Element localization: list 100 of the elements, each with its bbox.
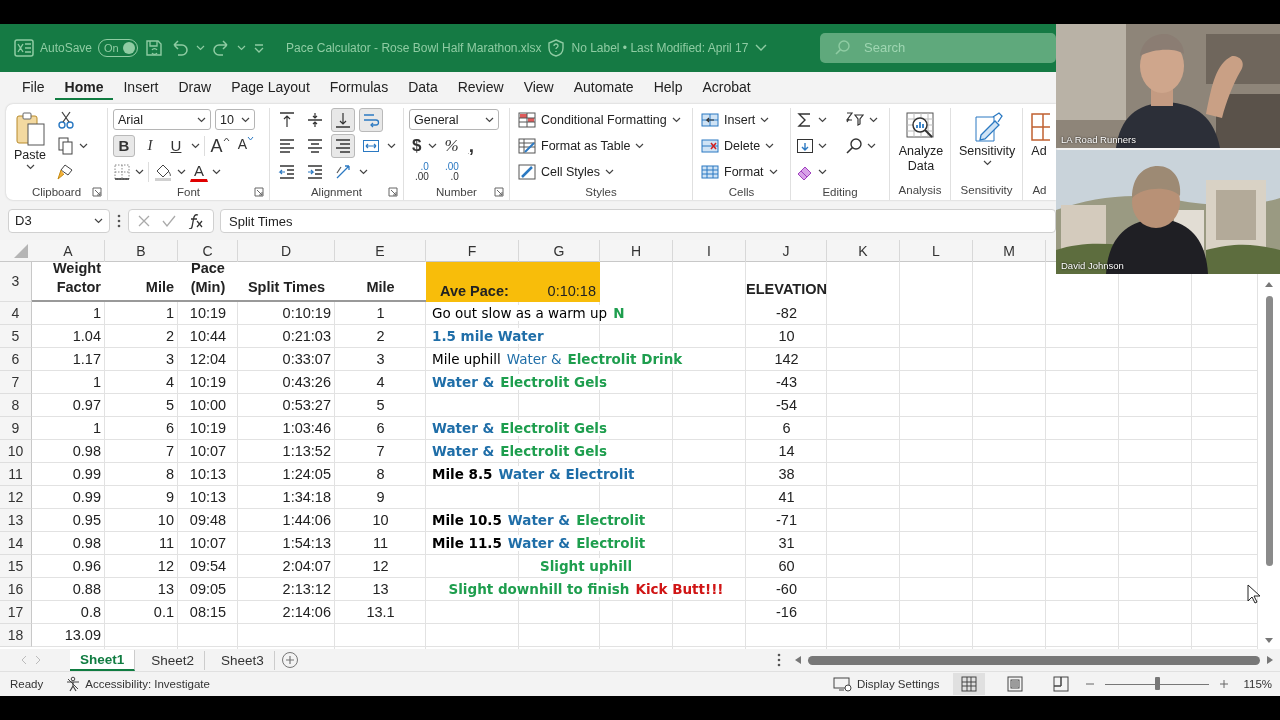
insert-function-icon[interactable] [187,212,205,229]
menu-tab[interactable]: View [513,73,564,100]
format-button[interactable]: Format [698,159,781,184]
caret-icon[interactable] [485,116,494,123]
menu-tab[interactable]: Data [398,73,448,100]
chevron-icon[interactable] [754,42,769,53]
decrease-font-button[interactable]: A [235,134,257,157]
caret-icon[interactable] [191,142,200,149]
currency-button[interactable]: $ [409,135,425,156]
caret-icon[interactable] [867,142,876,149]
row-header[interactable]: 11 [0,462,32,486]
sheet-tab[interactable]: Sheet1 [70,649,136,671]
caret-icon[interactable] [818,142,827,149]
menu-tab[interactable]: Page Layout [221,73,320,100]
menu-tab[interactable]: Home [54,73,114,100]
dialog-launcher-icon[interactable] [494,186,504,197]
fill-down-icon[interactable] [796,136,814,155]
caret-icon[interactable] [197,116,206,123]
row-header[interactable]: 3 [0,261,32,302]
dialog-launcher-icon[interactable] [254,186,264,197]
normal-view-button[interactable] [953,673,986,695]
bottom-align-button[interactable] [331,107,355,132]
insert-button[interactable]: Insert [698,107,781,132]
name-box[interactable]: D3 [8,208,110,233]
menu-tab[interactable]: Acrobat [692,73,761,100]
column-header[interactable]: C [178,239,238,262]
copy-icon[interactable] [57,136,75,155]
add-ins-button[interactable]: Ad [1025,107,1053,162]
column-header[interactable]: I [673,239,746,262]
font-color-button[interactable]: A [190,161,208,182]
menu-tab[interactable]: Insert [113,73,169,100]
row-header[interactable]: 10 [0,439,32,463]
decrease-decimal-button[interactable]: .00 .0 [438,160,465,183]
menu-tab[interactable]: Formulas [319,73,399,100]
font-name-dropdown[interactable]: Arial [113,109,211,131]
dialog-launcher-icon[interactable] [388,186,398,197]
menu-tab[interactable]: Help [643,73,693,100]
row-header[interactable]: 14 [0,531,32,555]
menu-tab[interactable]: Draw [168,73,222,100]
bold-button[interactable]: B [113,134,135,157]
caret-icon[interactable] [768,168,778,175]
sheet-tab[interactable]: Sheet3 [211,650,275,670]
underline-button[interactable]: U [165,134,187,157]
column-header[interactable]: E [335,239,426,262]
caret-icon[interactable] [671,116,681,123]
menu-tab[interactable]: Review [447,73,514,100]
comma-style-button[interactable]: , [465,134,477,157]
paste-button[interactable]: Paste [11,107,49,173]
column-header[interactable]: L [900,239,973,262]
row-header[interactable]: 5 [0,324,32,348]
caret-icon[interactable] [818,116,827,123]
zoom-level[interactable]: 115% [1243,678,1272,690]
row-header[interactable]: 13 [0,508,32,532]
row-header[interactable]: 8 [0,393,32,417]
increase-font-button[interactable]: A [209,134,231,157]
display-settings-button[interactable]: Display Settings [832,676,940,692]
caret-icon[interactable] [212,168,221,175]
sheet-tab[interactable]: Sheet2 [141,650,206,670]
font-size-dropdown[interactable]: 10 [215,109,255,131]
row-header[interactable]: 7 [0,370,32,394]
sensitivity-button[interactable]: Sensitivity [956,107,1019,169]
caret-icon[interactable] [760,116,770,123]
more-options-icon[interactable] [116,212,122,229]
formula-input[interactable]: Split Times [220,208,1056,233]
menu-tab[interactable]: Automate [563,73,644,100]
column-header[interactable]: B [105,239,178,262]
accessibility-button[interactable]: Accessibility: Investigate [65,676,210,692]
row-header[interactable]: 12 [0,485,32,509]
caret-icon[interactable] [635,142,645,149]
caret-icon[interactable] [241,116,250,123]
scroll-left-icon[interactable] [794,655,802,666]
caret-icon[interactable] [869,116,878,123]
caret-icon[interactable] [605,168,615,175]
caret-icon[interactable] [94,217,103,224]
borders-icon[interactable] [113,162,131,181]
column-header[interactable]: K [827,239,900,262]
sort-filter-icon[interactable] [845,110,865,129]
row-header[interactable]: 9 [0,416,32,440]
dialog-launcher-icon[interactable] [92,186,102,197]
column-header[interactable]: M [973,239,1046,262]
zoom-slider-thumb[interactable] [1155,677,1161,690]
caret-icon[interactable] [25,163,35,170]
row-header[interactable]: 15 [0,554,32,578]
column-header[interactable]: D [238,239,335,262]
conditional-formatting-button[interactable]: Conditional Formatting [515,107,684,132]
percent-button[interactable]: % [441,135,462,156]
scroll-right-icon[interactable] [1266,655,1274,666]
caret-icon[interactable] [982,159,992,166]
column-header[interactable]: F [426,239,519,262]
horizontal-scroll-thumb[interactable] [808,655,1260,665]
format-painter-icon[interactable] [57,162,75,181]
row-header[interactable]: 6 [0,347,32,371]
column-header[interactable]: H [600,239,673,262]
caret-icon[interactable] [79,142,88,149]
column-header[interactable]: J [746,239,827,262]
delete-button[interactable]: Delete [698,133,781,158]
increase-decimal-button[interactable]: .0 .00 [409,160,435,183]
caret-icon[interactable] [387,142,396,149]
caret-icon[interactable] [765,142,775,149]
column-header[interactable]: G [519,239,600,262]
